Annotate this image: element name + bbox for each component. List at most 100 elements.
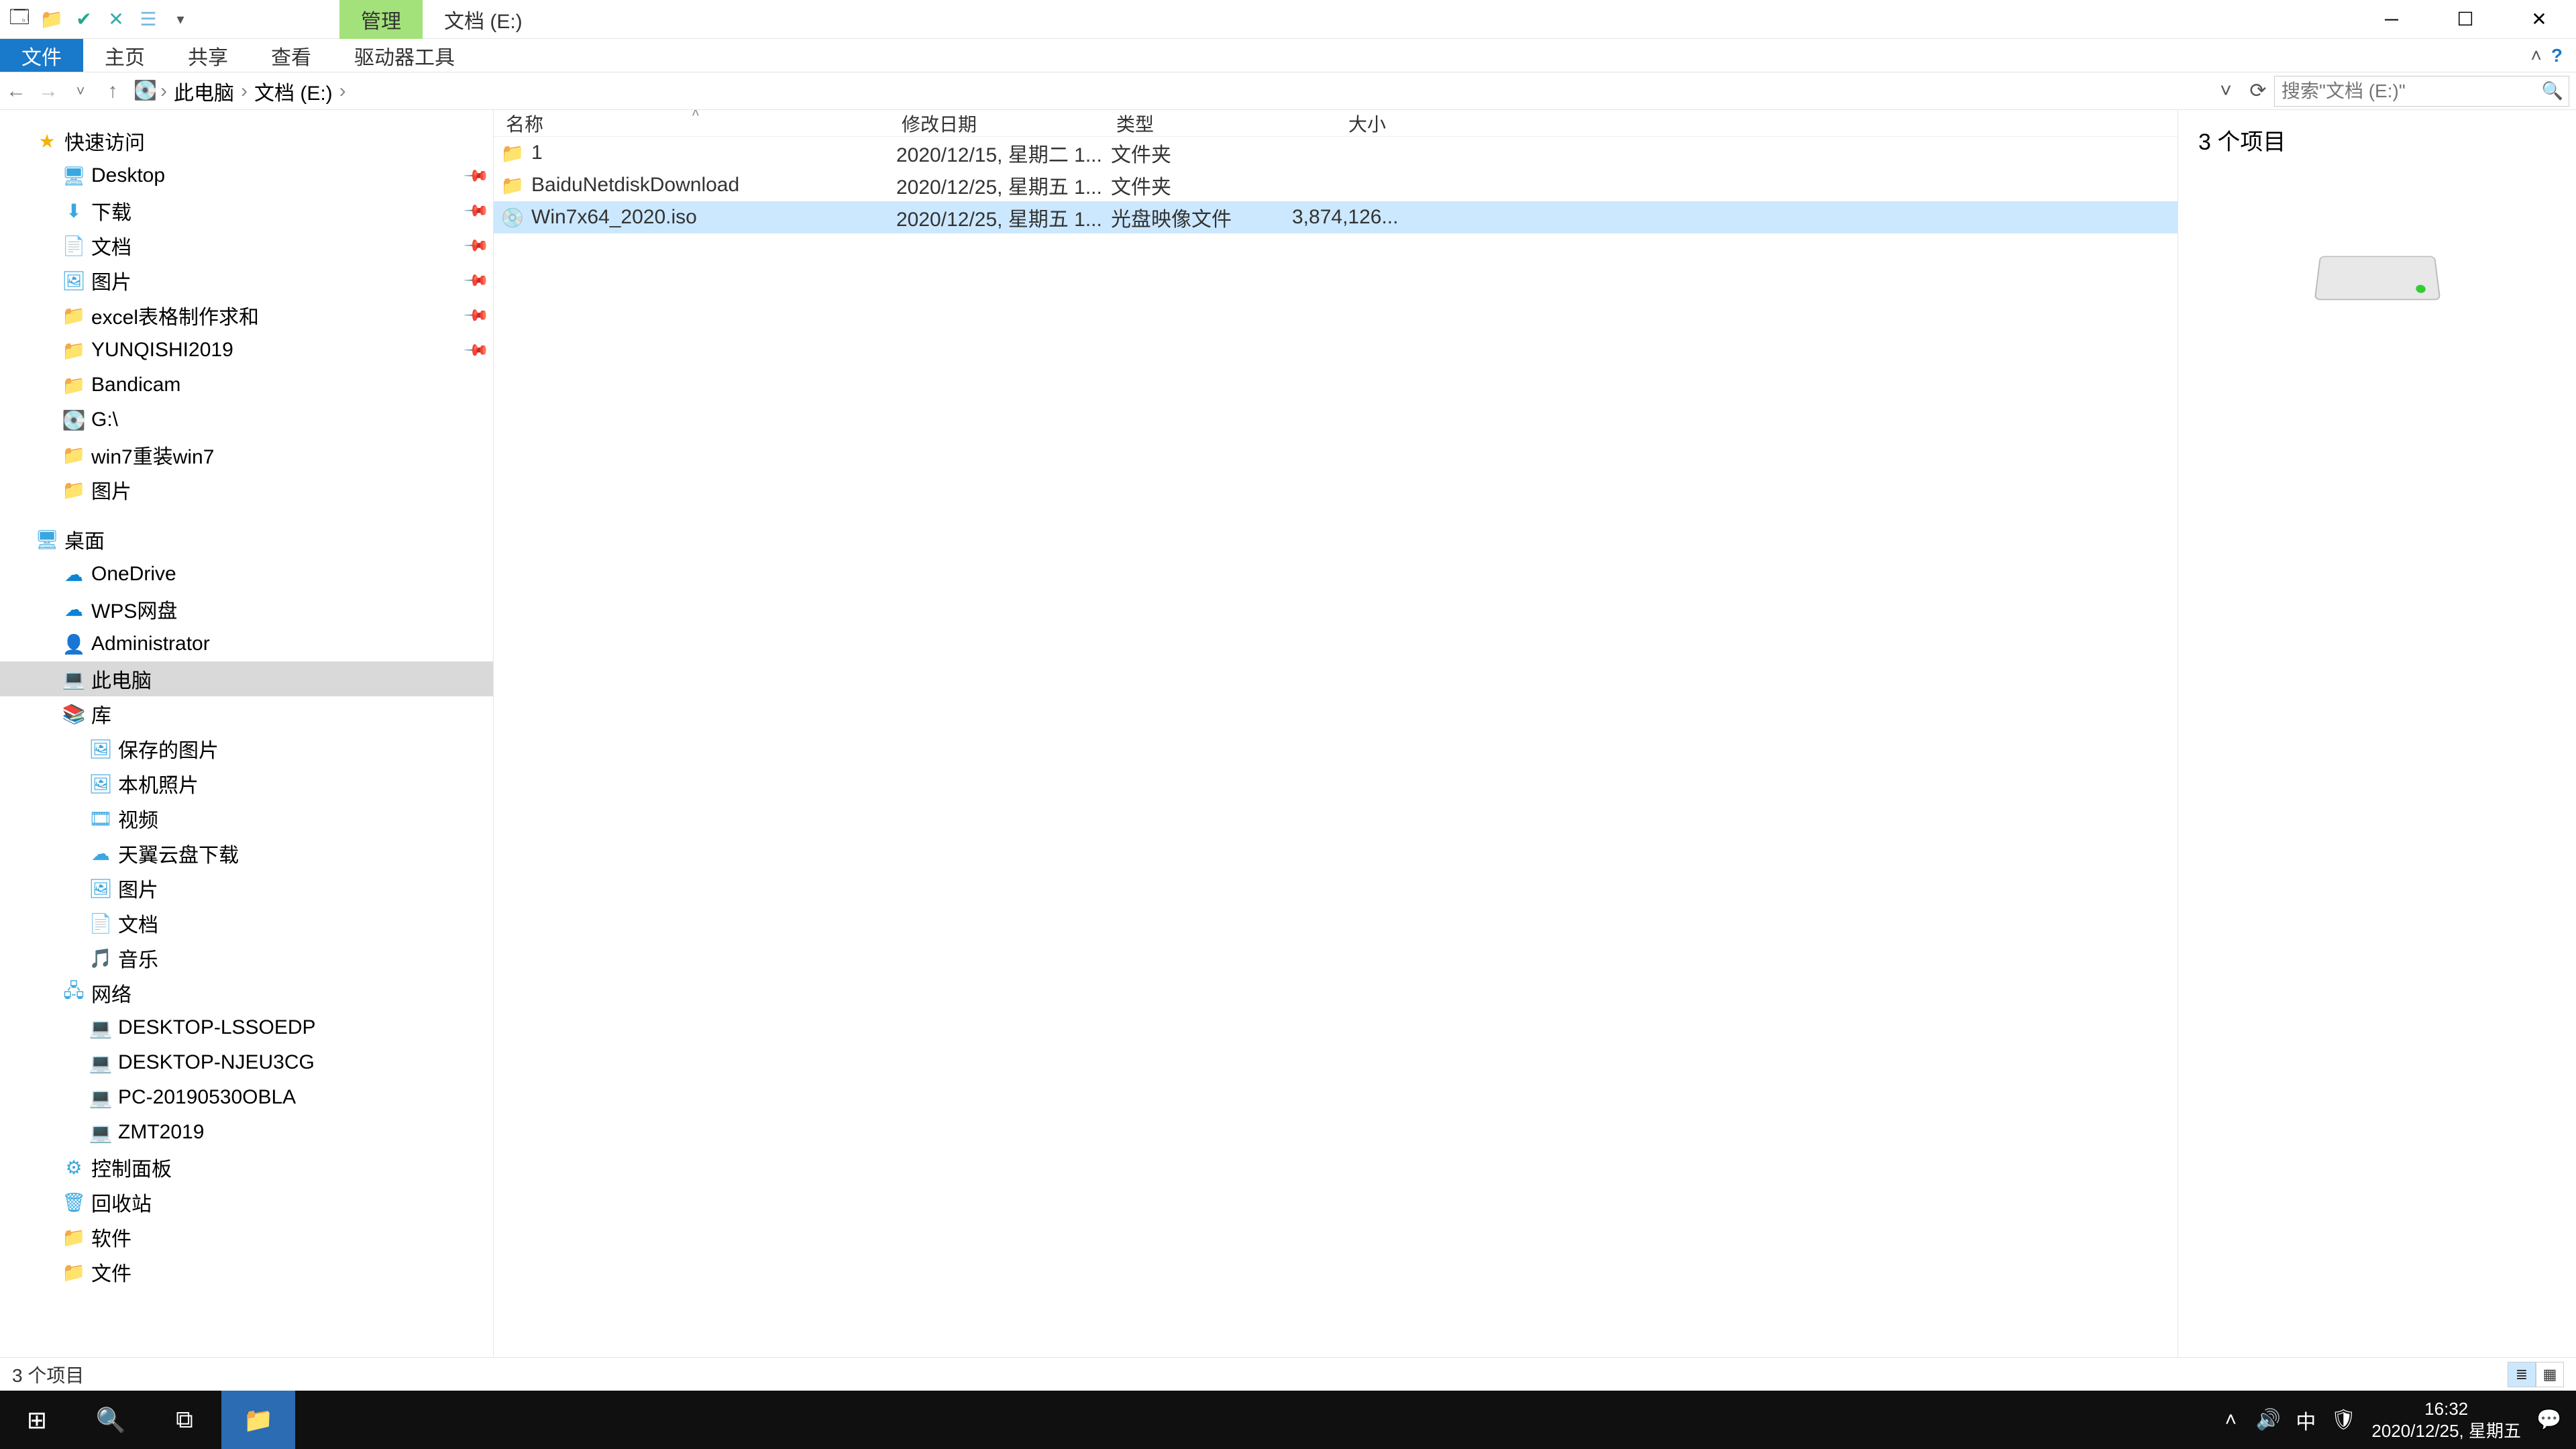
tree-libraries[interactable]: 📚库 <box>0 696 493 731</box>
tree-item[interactable]: 📁YUNQISHI2019📌 <box>0 333 493 368</box>
tree-item[interactable]: ☁天翼云盘下载 <box>0 836 493 871</box>
tree-item[interactable]: 📁文件 <box>0 1254 493 1289</box>
tree-item[interactable]: 🖼图片 <box>0 871 493 906</box>
explorer-taskbar-icon[interactable]: 📁 <box>221 1391 295 1449</box>
tray-chevron-icon[interactable]: ˄ <box>2212 1391 2249 1449</box>
up-button[interactable]: ↑ <box>97 75 129 107</box>
clock[interactable]: 16:32 2020/12/25, 星期五 <box>2362 1398 2530 1442</box>
tree-item[interactable]: 💻DESKTOP-NJEU3CG <box>0 1045 493 1080</box>
tree-item[interactable]: 💻PC-20190530OBLA <box>0 1080 493 1115</box>
close-button[interactable]: ✕ <box>2502 0 2576 39</box>
security-icon[interactable]: 🛡 <box>2324 1391 2362 1449</box>
col-type[interactable]: 类型 <box>1104 110 1285 137</box>
user-icon: 👤 <box>62 632 86 656</box>
start-button[interactable]: ⊞ <box>0 1391 74 1449</box>
file-row[interactable]: 💿 Win7x64_2020.iso 2020/12/25, 星期五 1... … <box>494 201 2178 233</box>
nav-tree[interactable]: ★快速访问 🖥Desktop📌 ⬇下载📌 📄文档📌 🖼图片📌 📁excel表格制… <box>0 110 494 1357</box>
tree-item[interactable]: 🎞视频 <box>0 801 493 836</box>
tree-this-pc[interactable]: 💻此电脑 <box>0 661 493 696</box>
tree-item[interactable]: 📁excel表格制作求和📌 <box>0 298 493 333</box>
tab-view[interactable]: 查看 <box>250 39 333 72</box>
tree-item[interactable]: 🎵音乐 <box>0 941 493 975</box>
props-icon[interactable]: ☰ <box>134 5 162 34</box>
action-center-icon[interactable]: 💬 <box>2530 1391 2568 1449</box>
tree-desktop[interactable]: 🖥桌面 <box>0 522 493 557</box>
pc-icon: 💻 <box>62 667 86 691</box>
col-size[interactable]: 大小 <box>1285 110 1393 137</box>
back-button[interactable]: ← <box>0 75 32 107</box>
refresh-icon[interactable]: ⟳ <box>2242 79 2274 103</box>
minimize-button[interactable]: ─ <box>2355 0 2428 39</box>
view-icons-button[interactable]: ▦ <box>2536 1362 2564 1387</box>
tab-drive-tools[interactable]: 驱动器工具 <box>333 39 476 72</box>
taskbar[interactable]: ⊞ 🔍 ⧉ 📁 ˄ 🔊 中 🛡 16:32 2020/12/25, 星期五 💬 <box>0 1391 2576 1449</box>
column-headers[interactable]: 名称˄ 修改日期 类型 大小 <box>494 110 2178 137</box>
pin-icon: 📌 <box>462 266 490 294</box>
tree-item[interactable]: 💽G:\ <box>0 402 493 437</box>
col-date[interactable]: 修改日期 <box>890 110 1104 137</box>
file-row[interactable]: 📁 1 2020/12/15, 星期二 1... 文件夹 <box>494 137 2178 169</box>
chevron-right-icon[interactable]: › <box>337 80 349 103</box>
tree-item[interactable]: 🖼本机照片 <box>0 766 493 801</box>
ribbon-collapse-icon[interactable]: ˄ <box>2531 45 2542 66</box>
preview-title: 3 个项目 <box>2198 123 2556 156</box>
search-box[interactable]: 🔍 <box>2274 76 2569 107</box>
tree-item[interactable]: 📁Bandicam <box>0 368 493 402</box>
tree-item[interactable]: 🖥Desktop📌 <box>0 158 493 193</box>
tree-item[interactable]: ⬇下载📌 <box>0 193 493 228</box>
tree-item[interactable]: 📄文档 <box>0 906 493 941</box>
search-icon[interactable]: 🔍 <box>2536 80 2569 101</box>
star-icon: ★ <box>35 129 59 153</box>
address-dropdown-icon[interactable]: ˅ <box>2210 80 2242 103</box>
ime-icon[interactable]: 中 <box>2287 1391 2324 1449</box>
tree-recycle-bin[interactable]: 🗑回收站 <box>0 1185 493 1220</box>
breadcrumb[interactable]: 💽 › 此电脑 › 文档 (E:) › <box>129 75 2210 107</box>
tree-item[interactable]: 🖼图片📌 <box>0 263 493 298</box>
chevron-right-icon[interactable]: › <box>238 80 250 103</box>
check-icon[interactable]: ✔ <box>70 5 98 34</box>
video-icon: 🎞 <box>89 806 113 830</box>
crumb-this-pc[interactable]: 此电脑 <box>170 76 238 106</box>
tree-item[interactable]: 💻ZMT2019 <box>0 1115 493 1150</box>
panel-icon: ⚙ <box>62 1155 86 1179</box>
crumb-drive-e[interactable]: 文档 (E:) <box>250 76 337 106</box>
details-pane: 3 个项目 <box>2178 110 2576 1357</box>
tab-file[interactable]: 文件 <box>0 39 83 72</box>
maximize-button[interactable]: ☐ <box>2428 0 2502 39</box>
file-list[interactable]: 名称˄ 修改日期 类型 大小 📁 1 2020/12/15, 星期二 1... … <box>494 110 2178 1357</box>
picture-icon: 🖼 <box>89 771 113 796</box>
help-icon[interactable]: ? <box>2551 45 2563 66</box>
pc-icon: 💻 <box>89 1016 113 1040</box>
tree-item[interactable]: 📁win7重装win7 <box>0 437 493 472</box>
title-bar: 🗔 📁 ✔ ✕ ☰ ▾ 管理 文档 (E:) ─ ☐ ✕ <box>0 0 2576 39</box>
folder-icon: 📁 <box>500 174 525 197</box>
tree-item[interactable]: ☁OneDrive <box>0 557 493 592</box>
tab-share[interactable]: 共享 <box>166 39 250 72</box>
close-icon[interactable]: ✕ <box>102 5 130 34</box>
col-name[interactable]: 名称˄ <box>494 110 890 137</box>
search-button[interactable]: 🔍 <box>74 1391 148 1449</box>
tree-control-panel[interactable]: ⚙控制面板 <box>0 1150 493 1185</box>
tree-item[interactable]: ☁WPS网盘 <box>0 592 493 627</box>
pc-icon: 💻 <box>89 1085 113 1110</box>
chevron-right-icon[interactable]: › <box>158 80 170 103</box>
task-view-button[interactable]: ⧉ <box>148 1391 221 1449</box>
view-details-button[interactable]: ≣ <box>2508 1362 2536 1387</box>
tree-item[interactable]: 🖼保存的图片 <box>0 731 493 766</box>
tree-item[interactable]: 📄文档📌 <box>0 228 493 263</box>
tree-quick-access[interactable]: ★快速访问 <box>0 123 493 158</box>
tree-network[interactable]: 🖧网络 <box>0 975 493 1010</box>
volume-icon[interactable]: 🔊 <box>2249 1391 2287 1449</box>
tree-item[interactable]: 💻DESKTOP-LSSOEDP <box>0 1010 493 1045</box>
tab-home[interactable]: 主页 <box>83 39 166 72</box>
context-tab-manage[interactable]: 管理 <box>339 0 423 39</box>
recent-dropdown[interactable]: ˅ <box>64 75 97 107</box>
search-input[interactable] <box>2275 80 2536 102</box>
pc-icon: 💻 <box>89 1051 113 1075</box>
tree-item[interactable]: 👤Administrator <box>0 627 493 661</box>
file-row[interactable]: 📁 BaiduNetdiskDownload 2020/12/25, 星期五 1… <box>494 169 2178 201</box>
qat-dropdown-icon[interactable]: ▾ <box>166 5 195 34</box>
forward-button[interactable]: → <box>32 75 64 107</box>
tree-item[interactable]: 📁软件 <box>0 1220 493 1254</box>
tree-item[interactable]: 📁图片 <box>0 472 493 507</box>
